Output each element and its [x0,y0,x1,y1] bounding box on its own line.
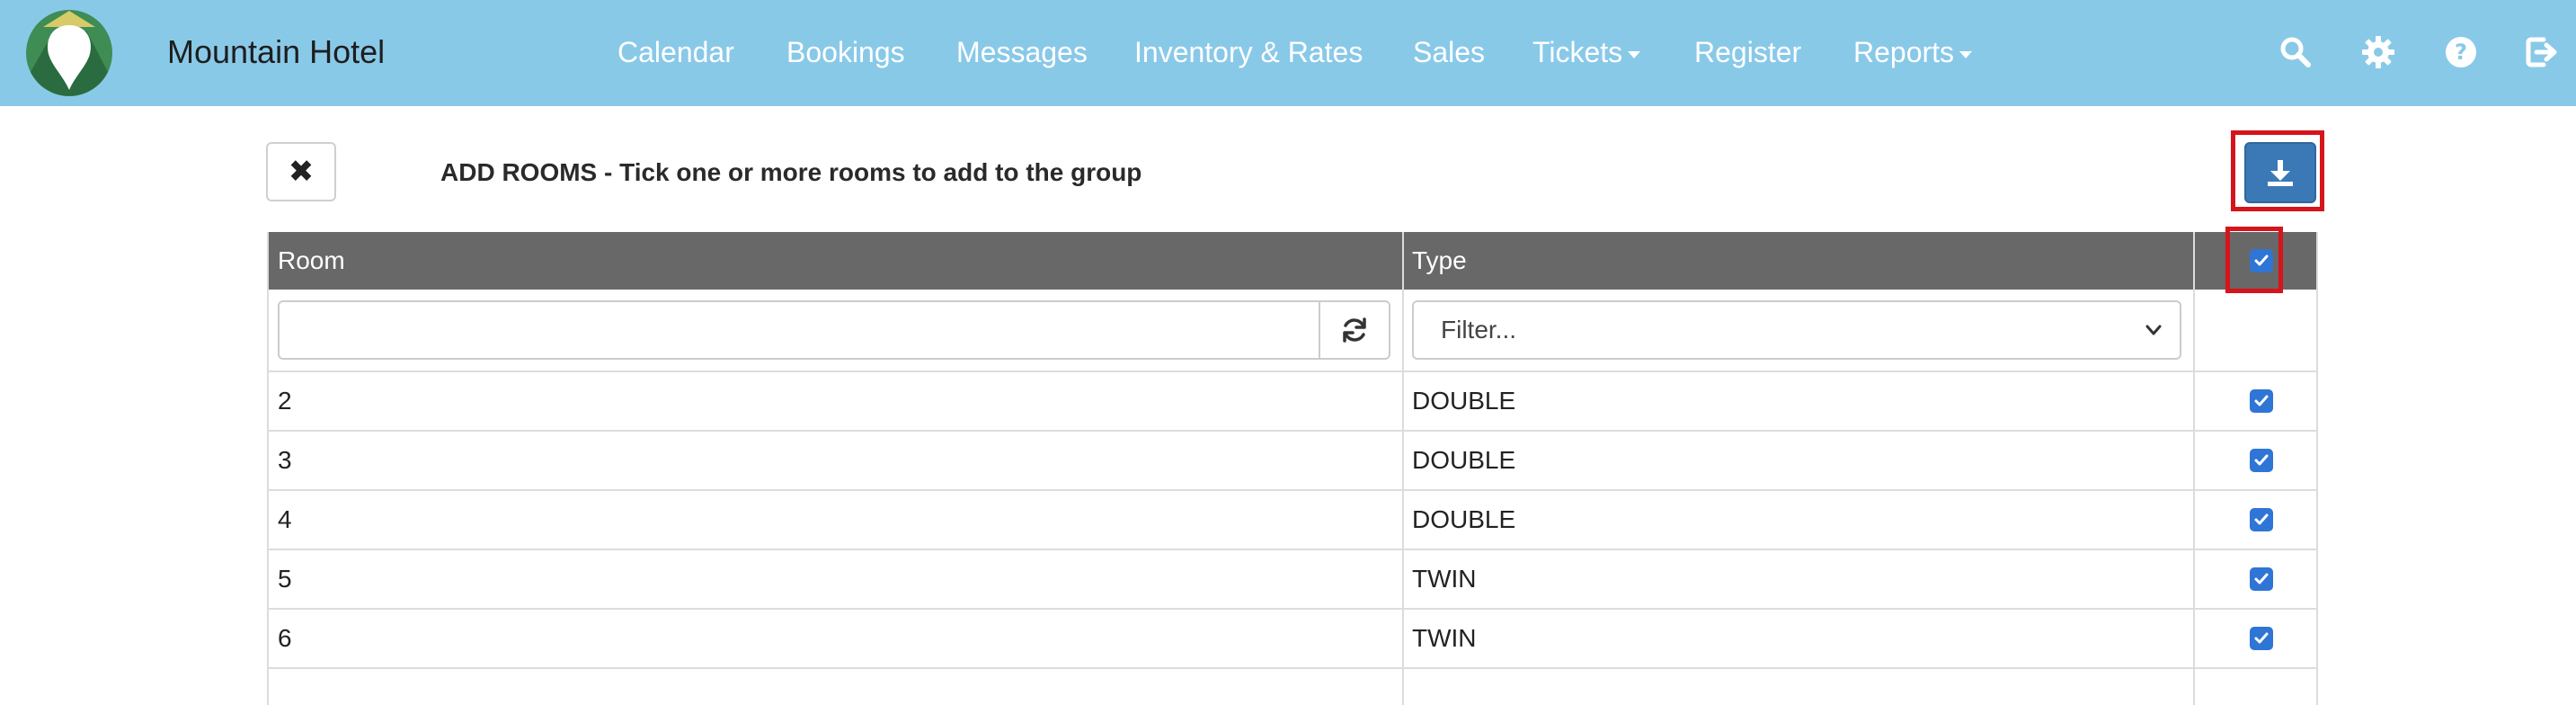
type-cell: DOUBLE [1412,387,1516,415]
type-cell: DOUBLE [1412,446,1516,474]
nav-item-tickets[interactable]: Tickets [1532,30,1641,75]
download-button[interactable] [2244,142,2316,203]
top-navbar: Mountain Hotel Calendar Bookings Message… [0,0,2576,106]
table-row[interactable]: 6 TWIN [269,610,2316,669]
search-icon[interactable] [2278,34,2314,70]
type-cell: TWIN [1412,565,1477,593]
row-checkbox[interactable] [2250,389,2273,413]
table-row[interactable]: 3 DOUBLE [269,432,2316,491]
download-icon [2268,160,2293,186]
brand-name[interactable]: Mountain Hotel [167,30,385,75]
nav-item-calendar[interactable]: Calendar [617,30,734,75]
table-row[interactable]: 4 DOUBLE [269,491,2316,550]
room-cell: 2 [278,387,292,415]
type-cell: TWIN [1412,624,1477,652]
type-filter-placeholder: Filter... [1441,316,1517,344]
gear-icon[interactable] [2360,34,2396,70]
nav-item-sales[interactable]: Sales [1413,30,1485,75]
room-cell: 5 [278,565,292,593]
nav-item-inventory-rates[interactable]: Inventory & Rates [1134,30,1363,75]
hotel-logo-icon[interactable] [25,9,113,97]
row-checkbox[interactable] [2250,627,2273,650]
close-button[interactable]: ✖ [266,142,336,201]
nav-item-messages[interactable]: Messages [956,30,1088,75]
select-all-checkbox[interactable] [2250,249,2273,272]
nav-item-bookings[interactable]: Bookings [786,30,905,75]
table-header: Room Type [269,232,2316,290]
column-header-type: Type [1412,246,1467,274]
help-icon[interactable]: ? [2443,34,2479,70]
nav-item-register[interactable]: Register [1694,30,1801,75]
caret-down-icon [1628,50,1641,58]
svg-text:?: ? [2455,40,2467,65]
row-checkbox[interactable] [2250,508,2273,531]
nav-item-tickets-label: Tickets [1532,36,1623,68]
table-row-partial [269,669,2316,705]
table-row[interactable]: 2 DOUBLE [269,372,2316,432]
room-cell: 6 [278,624,292,652]
type-cell: DOUBLE [1412,505,1516,533]
refresh-icon [1343,317,1366,343]
row-checkbox[interactable] [2250,567,2273,591]
room-cell: 4 [278,505,292,533]
logout-icon[interactable] [2524,34,2560,70]
row-checkbox[interactable] [2250,449,2273,472]
nav-item-reports[interactable]: Reports [1853,30,1973,75]
column-header-room: Room [278,246,345,274]
room-cell: 3 [278,446,292,474]
table-row[interactable]: 5 TWIN [269,550,2316,610]
filter-row: Filter... [269,290,2316,372]
refresh-button[interactable] [1320,300,1390,360]
rooms-table: Room Type Filter... 2 DOUBLE 3 DOUBLE 4 … [267,232,2318,705]
caret-down-icon [1959,50,1973,58]
close-icon: ✖ [288,155,315,189]
nav-item-reports-label: Reports [1853,36,1955,68]
chevron-down-icon [2145,325,2162,335]
type-filter-select[interactable]: Filter... [1412,300,2181,360]
room-filter-input[interactable] [278,300,1320,360]
panel-title: ADD ROOMS - Tick one or more rooms to ad… [440,158,1142,186]
